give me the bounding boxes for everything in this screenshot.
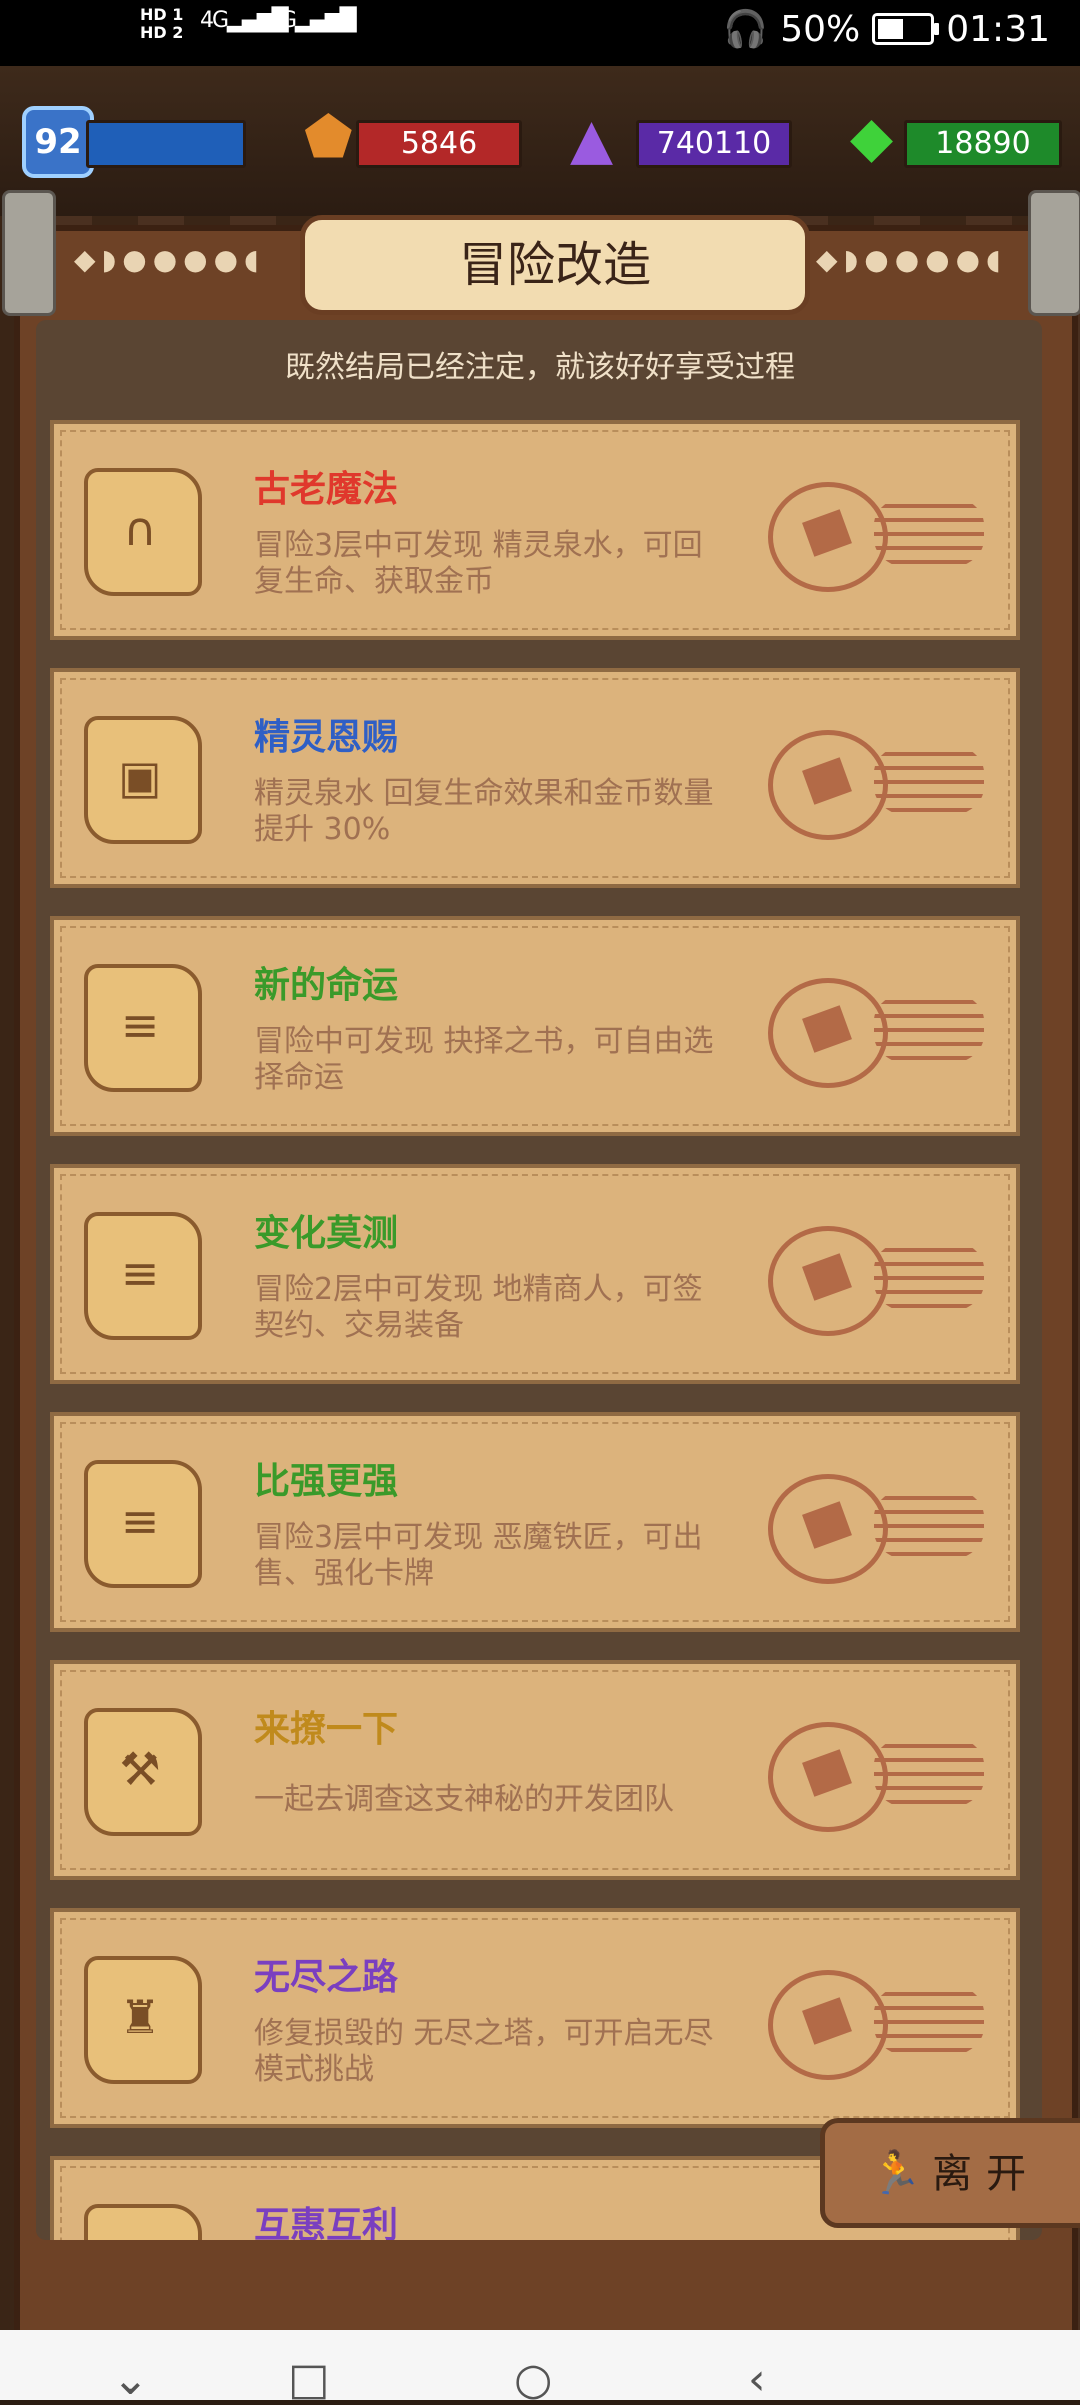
- battery-icon: [872, 13, 940, 45]
- book-icon: ≡: [84, 964, 202, 1092]
- gold-ore-icon: ⬟: [304, 105, 353, 170]
- postmark-icon: [768, 1970, 888, 2080]
- page-subtitle: 既然结局已经注定，就该好好享受过程: [285, 350, 795, 385]
- upgrade-description: 一起去调查这支神秘的开发团队: [254, 1782, 674, 1817]
- recent-apps-icon[interactable]: □: [288, 2358, 330, 2402]
- upgrade-description: 冒险3层中可发现 恶魔铁匠，可出售、强化卡牌: [254, 1520, 703, 1591]
- upgrade-title: 精灵恩赐: [254, 717, 399, 758]
- postmark-waves: [874, 1982, 984, 2058]
- emerald-counter[interactable]: 18890: [904, 120, 1062, 168]
- clock: 01:31: [946, 8, 1050, 50]
- postmark-waves: [874, 1238, 984, 1314]
- upgrade-title: 来撩一下: [254, 1709, 399, 1750]
- leave-button[interactable]: 🏃 离开: [820, 2118, 1080, 2228]
- upgrade-card[interactable]: ♜ 无尽之路 修复损毁的 无尽之塔，可开启无尽模式挑战: [50, 1908, 1020, 2128]
- gold-counter[interactable]: 5846: [356, 120, 522, 168]
- postmark-waves: [874, 1486, 984, 1562]
- sim-indicator: HD 1 HD 2: [140, 5, 184, 42]
- book-icon: ≡: [84, 1460, 202, 1588]
- ornament-right: ◆◗●●●●◖: [816, 243, 1007, 276]
- upgrade-title: 比强更强: [254, 1461, 399, 1502]
- book-icon: ≡: [84, 1212, 202, 1340]
- upgrade-description: 冒险中可发现 抉择之书，可自由选择命运: [254, 1024, 714, 1095]
- upgrade-description: 冒险3层中可发现 精灵泉水，可回复生命、获取金币: [254, 528, 703, 599]
- wrench-icon: ⚒: [84, 1708, 202, 1836]
- postmark-icon: [768, 730, 888, 840]
- upgrade-card[interactable]: ≡ 新的命运 冒险中可发现 抉择之书，可自由选择命运: [50, 916, 1020, 1136]
- back-icon[interactable]: ‹: [748, 2358, 766, 2402]
- crystal-counter[interactable]: 740110: [636, 120, 792, 168]
- hat-icon: ♜: [84, 1956, 202, 2084]
- upgrade-title: 变化莫测: [254, 1213, 399, 1254]
- system-nav-bar: ⌄ □ ○ ‹: [0, 2330, 1080, 2402]
- upgrade-description: 修复损毁的 无尽之塔，可开启无尽模式挑战: [254, 2016, 714, 2087]
- headphones-icon: 🎧: [723, 9, 769, 50]
- signal-icon-2: 4G▂▄▆█: [268, 8, 357, 33]
- postmark-waves: [874, 494, 984, 570]
- home-icon[interactable]: ○: [514, 2358, 552, 2402]
- postmark-waves: [874, 990, 984, 1066]
- postmark-waves: [874, 1734, 984, 1810]
- experience-bar: [86, 120, 246, 168]
- postmark-icon: [768, 482, 888, 592]
- upgrade-title: 无尽之路: [254, 1957, 399, 1998]
- upgrade-title: 古老魔法: [254, 469, 399, 510]
- battery-percent: 50%: [780, 8, 861, 50]
- postmark-icon: [768, 1226, 888, 1336]
- status-bar: HD 1 HD 2 4G▂▄▆█ 4G▂▄▆█ 🎧 50% 01:31: [0, 0, 1080, 66]
- upgrade-card[interactable]: ▣ 精灵恩赐 精灵泉水 回复生命效果和金币数量 提升 30%: [50, 668, 1020, 888]
- postmark-icon: [768, 1474, 888, 1584]
- upgrade-card[interactable]: ≡ 变化莫测 冒险2层中可发现 地精商人，可签契约、交易装备: [50, 1164, 1020, 1384]
- emerald-icon: ◆: [850, 105, 894, 170]
- upgrade-list[interactable]: ∩ 古老魔法 冒险3层中可发现 精灵泉水，可回复生命、获取金币 ▣ 精灵恩赐 精…: [50, 420, 1020, 2240]
- upgrade-card[interactable]: ≡ 比强更强 冒险3层中可发现 恶魔铁匠，可出售、强化卡牌: [50, 1412, 1020, 1632]
- stone-corner-right: [1028, 190, 1080, 316]
- crystal-icon: ▲: [570, 107, 614, 172]
- upgrade-card[interactable]: ∩ 古老魔法 冒险3层中可发现 精灵泉水，可回复生命、获取金币: [50, 420, 1020, 640]
- postmark-waves: [874, 742, 984, 818]
- upgrade-card[interactable]: ⚒ 来撩一下 一起去调查这支神秘的开发团队: [50, 1660, 1020, 1880]
- running-man-icon: 🏃: [869, 2148, 923, 2197]
- stone-corner-left: [2, 190, 56, 316]
- page-title: 冒险改造: [300, 215, 810, 315]
- upgrade-description: 精灵泉水 回复生命效果和金币数量 提升 30%: [254, 776, 714, 847]
- arch-icon: ∩: [84, 468, 202, 596]
- ornament-left: ◆◗●●●●◖: [74, 243, 265, 276]
- upgrade-title: 新的命运: [254, 965, 399, 1006]
- book-icon: ≡: [84, 2204, 202, 2240]
- upgrade-title: 互惠互利: [254, 2205, 399, 2240]
- postmark-icon: [768, 978, 888, 1088]
- box-icon: ▣: [84, 716, 202, 844]
- upgrade-description: 冒险2层中可发现 地精商人，可签契约、交易装备: [254, 1272, 703, 1343]
- close-chevron-icon[interactable]: ⌄: [112, 2358, 149, 2402]
- leave-label: 离开: [932, 2151, 1041, 2197]
- level-badge[interactable]: 92: [22, 106, 94, 178]
- postmark-icon: [768, 1722, 888, 1832]
